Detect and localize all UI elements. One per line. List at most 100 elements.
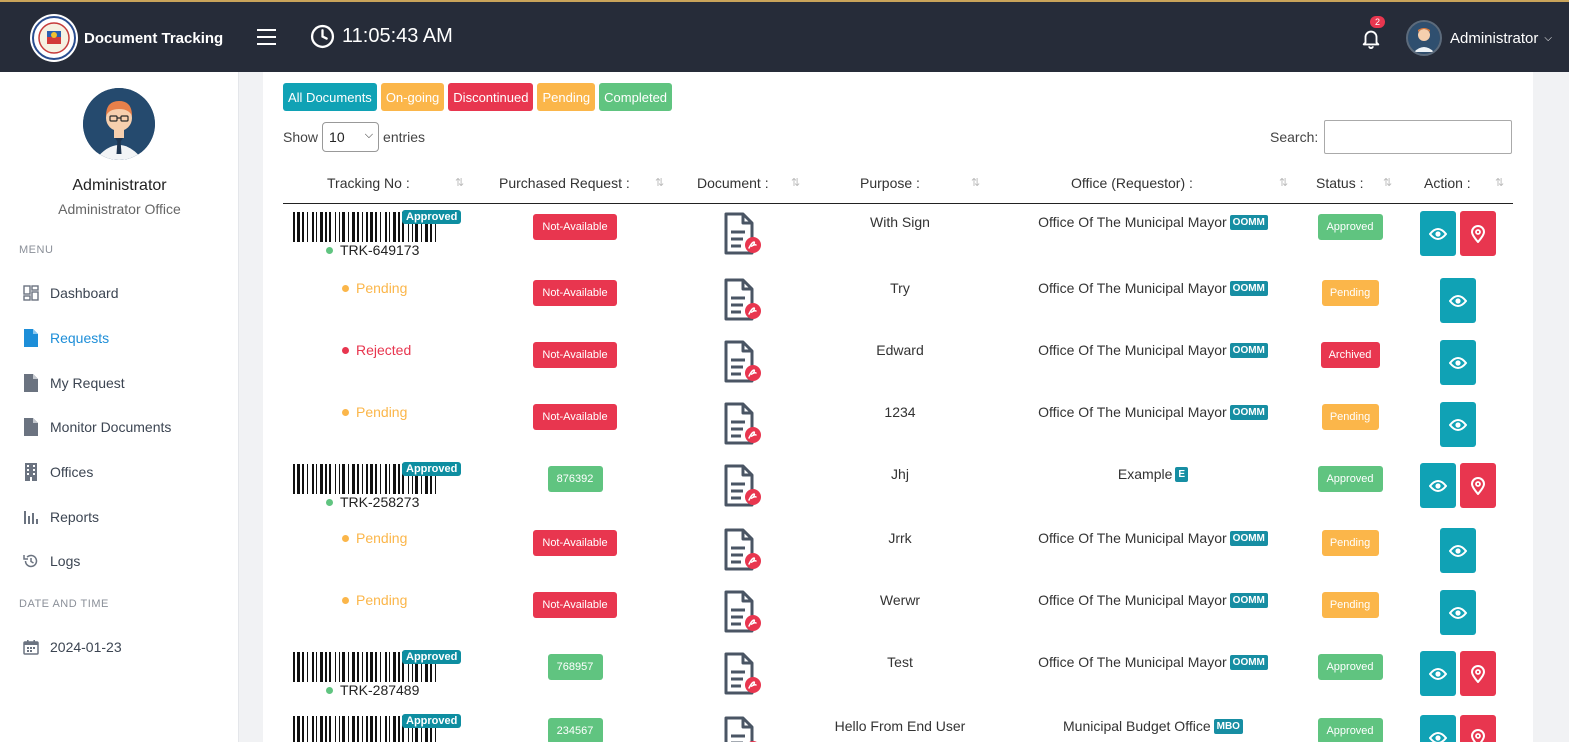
column-header-purchased-request[interactable]: Purchased Request : (499, 175, 630, 191)
office-code-tag: OOMM (1229, 405, 1268, 420)
tracking-status: Pending (342, 280, 407, 296)
notification-bell-icon[interactable] (1360, 26, 1382, 55)
column-header-action[interactable]: Action : (1424, 175, 1471, 191)
menu-toggle-icon[interactable] (257, 29, 276, 46)
purpose-text: 1234 (884, 404, 916, 420)
filter-all-documents-button[interactable]: All Documents (283, 83, 377, 111)
purpose-text: Werwr (879, 592, 921, 608)
sidebar-item-logs[interactable]: Logs (22, 552, 80, 570)
table-row: Pending Not-Available Try Office Of The Mun… (263, 274, 1533, 334)
document-file-icon[interactable] (723, 464, 761, 513)
tracking-number: TRK-649173 (326, 242, 419, 258)
tracking-status: Pending (342, 530, 407, 546)
sidebar-item-offices[interactable]: Offices (22, 463, 93, 481)
document-file-icon[interactable] (723, 402, 761, 451)
view-button[interactable] (1440, 340, 1476, 385)
track-location-button[interactable] (1460, 651, 1496, 696)
table-row: Approved TRK-649173 Not-Available With Sign… (263, 208, 1533, 268)
search-control: Search: (1270, 120, 1513, 154)
map-pin-icon (1471, 476, 1485, 495)
entries-select[interactable]: 10 ⌵ (322, 122, 380, 152)
document-file-icon[interactable] (723, 652, 761, 701)
column-header-purpose[interactable]: Purpose : (860, 175, 920, 191)
track-location-button[interactable] (1460, 463, 1496, 508)
document-file-icon[interactable] (723, 340, 761, 389)
office-code-tag: OOMM (1229, 531, 1268, 546)
status-badge: Approved (1317, 214, 1383, 240)
view-button[interactable] (1440, 590, 1476, 635)
table-row: Approved TRK-287489 768957 Test Office Of Th… (263, 648, 1533, 708)
document-file-icon[interactable] (723, 278, 761, 327)
purpose-text: With Sign (870, 214, 930, 230)
filter-pending-button[interactable]: Pending (537, 83, 596, 111)
document-icon (22, 418, 40, 436)
sort-icon[interactable]: ⇅ (455, 176, 464, 189)
search-input[interactable] (1324, 120, 1513, 154)
view-button[interactable] (1420, 463, 1456, 508)
filter-completed-button[interactable]: Completed (599, 83, 673, 111)
track-location-button[interactable] (1460, 211, 1496, 256)
clock-icon (310, 24, 335, 49)
purpose-text: Edward (876, 342, 924, 358)
purchased-request-badge: 234567 (547, 718, 603, 742)
office-code-tag: OOMM (1229, 655, 1268, 670)
sidebar-item-my-request[interactable]: My Request (22, 374, 125, 392)
sidebar-item-requests[interactable]: Requests (22, 329, 109, 347)
top-navbar: Document Tracking 11:05:43 AM 2 Administ… (0, 0, 1569, 72)
column-header-document[interactable]: Document : (697, 175, 769, 191)
office-name: Office Of The Municipal Mayor (1038, 280, 1227, 296)
table-row: Pending Not-Available Werwr Office Of The M… (263, 586, 1533, 646)
office-requestor: Office Of The Municipal Mayor OOMM (1003, 592, 1303, 608)
view-button[interactable] (1420, 211, 1456, 256)
view-button[interactable] (1440, 402, 1476, 447)
sort-icon[interactable]: ⇅ (971, 176, 980, 189)
approved-badge: Approved (402, 210, 462, 224)
document-file-icon[interactable] (723, 590, 761, 639)
status-dot-icon (342, 409, 349, 416)
document-file-icon[interactable] (723, 528, 761, 577)
brand[interactable]: Document Tracking (30, 14, 223, 62)
sort-icon[interactable]: ⇅ (1383, 176, 1392, 189)
filter-on-going-button[interactable]: On-going (380, 83, 445, 111)
track-location-button[interactable] (1460, 715, 1496, 742)
document-file-icon[interactable] (723, 212, 761, 261)
sidebar-item-reports[interactable]: Reports (22, 508, 99, 526)
column-header-tracking-no[interactable]: Tracking No : (327, 175, 410, 191)
user-menu[interactable]: Administrator ⌵ (1406, 20, 1552, 56)
sort-icon[interactable]: ⇅ (1495, 176, 1504, 189)
status-badge: Approved (1317, 466, 1383, 492)
sidebar-item-dashboard[interactable]: Dashboard (22, 284, 119, 302)
column-header-status[interactable]: Status : (1316, 175, 1363, 191)
sidebar-item-label: Monitor Documents (50, 419, 172, 435)
office-code-tag: OOMM (1229, 281, 1268, 296)
clock: 11:05:43 AM (310, 24, 453, 49)
office-requestor: Office Of The Municipal Mayor OOMM (1003, 342, 1303, 358)
status-badge: Approved (1317, 718, 1383, 742)
sort-icon[interactable]: ⇅ (1279, 176, 1288, 189)
date-time-heading: DATE AND TIME (19, 598, 109, 610)
entries-length-control: Show 10 ⌵ entries (283, 122, 425, 152)
bar-chart-icon (22, 508, 40, 526)
view-button[interactable] (1440, 528, 1476, 573)
sort-icon[interactable]: ⇅ (791, 176, 800, 189)
purchased-request-badge: Not-Available (533, 404, 617, 430)
column-header-office[interactable]: Office (Requestor) : (1071, 175, 1193, 191)
sort-icon[interactable]: ⇅ (655, 176, 664, 189)
dashboard-icon (22, 284, 40, 302)
document-icon (22, 374, 40, 392)
view-button[interactable] (1420, 651, 1456, 696)
profile-avatar (83, 88, 155, 160)
office-requestor: Municipal Budget Office MBO (1003, 718, 1303, 734)
view-button[interactable] (1420, 715, 1456, 742)
eye-icon (1449, 544, 1467, 557)
office-code-tag: OOMM (1229, 343, 1268, 358)
approved-badge: Approved (402, 462, 462, 476)
view-button[interactable] (1440, 278, 1476, 323)
document-file-icon[interactable] (723, 716, 761, 742)
user-avatar (1406, 20, 1442, 56)
sidebar-item-monitor-documents[interactable]: Monitor Documents (22, 418, 171, 436)
office-name: Municipal Budget Office (1063, 718, 1211, 734)
tracking-number: TRK-258273 (326, 494, 419, 510)
filter-discontinued-button[interactable]: Discontinued (448, 83, 534, 111)
search-label: Search: (1270, 129, 1319, 145)
